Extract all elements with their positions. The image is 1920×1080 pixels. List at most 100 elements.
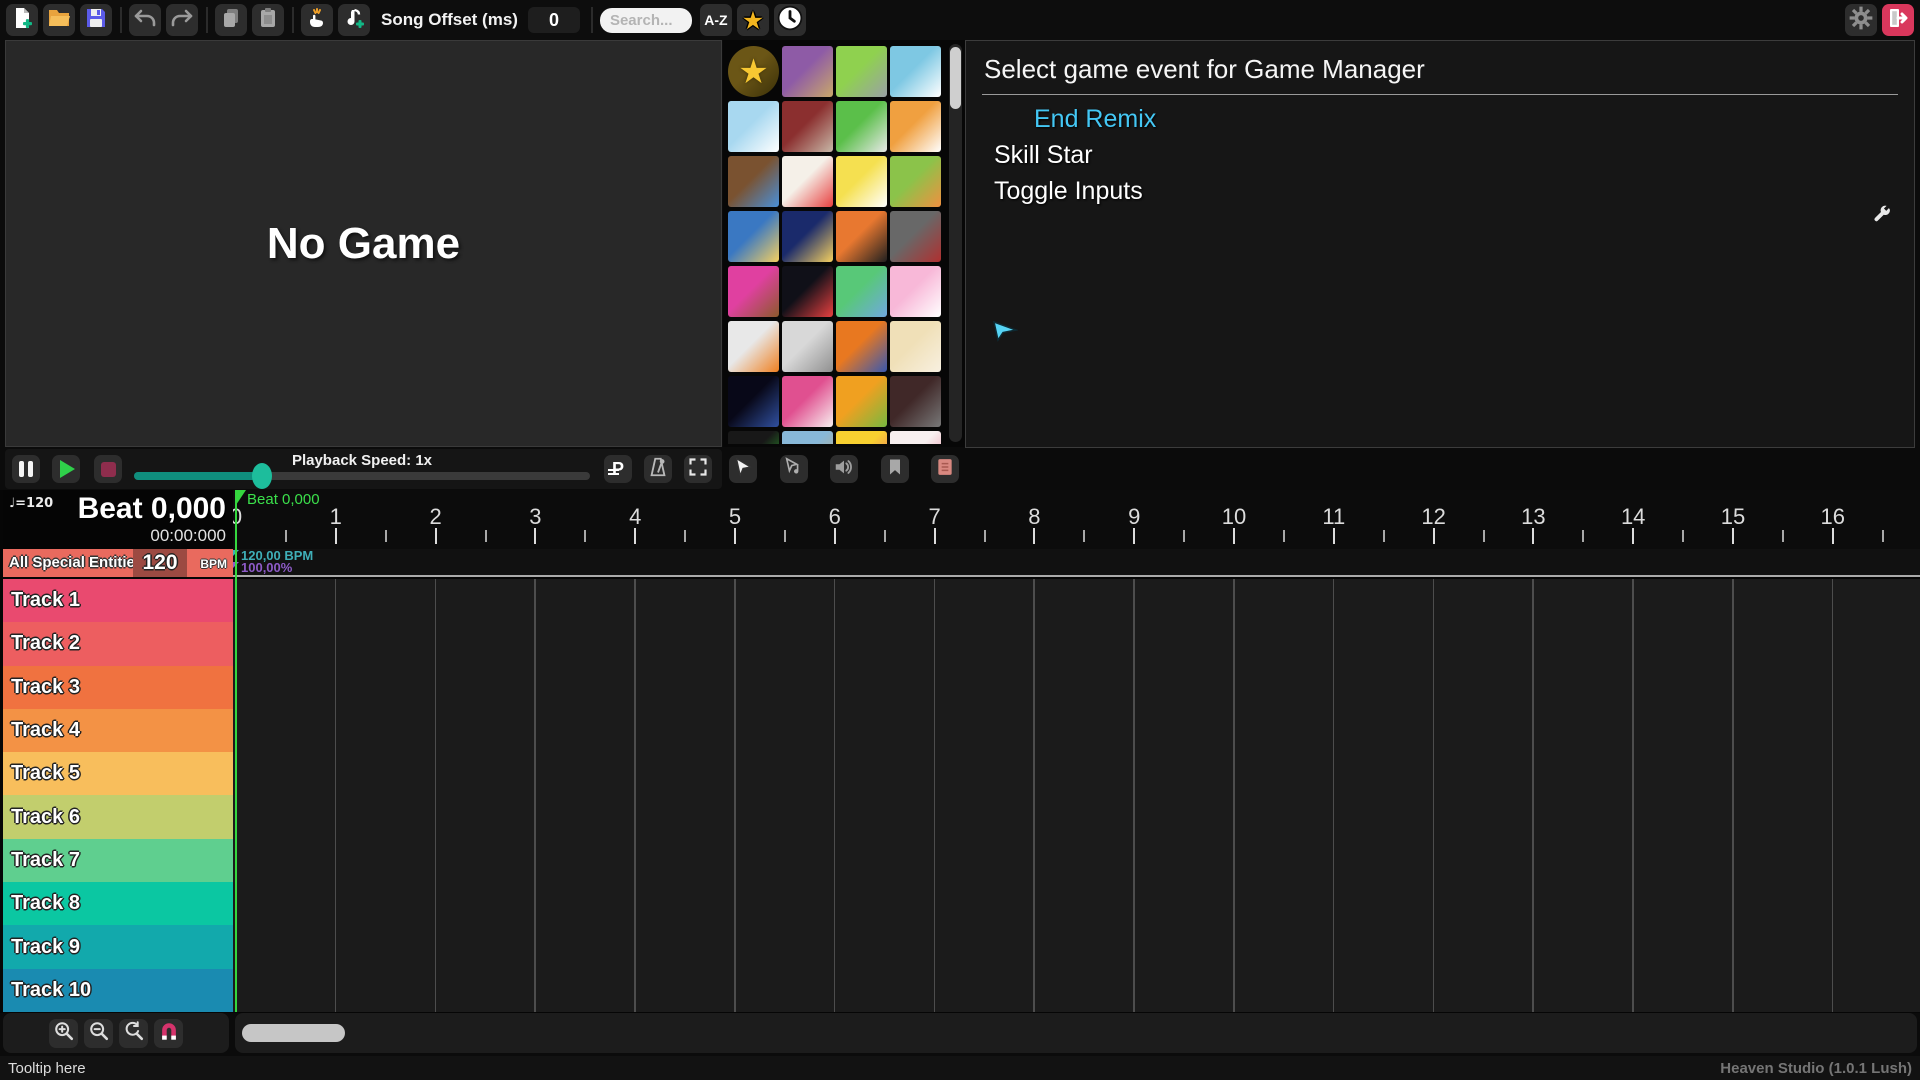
pitch-toggle-button[interactable]: P [604,455,632,483]
undo-button[interactable] [129,4,161,36]
song-offset-value[interactable]: 0 [527,7,580,33]
track-row-track-1[interactable]: Track 1 [3,579,233,623]
event-item-skill-star[interactable]: Skill Star [966,141,1914,170]
zoom-reset-button[interactable] [119,1018,148,1048]
special-entities-label: All Special Entities [9,554,144,571]
beat-grid-line [434,579,437,1012]
game-icon-game-10[interactable] [782,156,833,207]
track-row-track-4[interactable]: Track 4 [3,708,233,753]
open-folder-icon [47,6,71,35]
redo-button[interactable] [166,4,198,36]
volume-button[interactable] [830,455,858,483]
play-button[interactable] [52,455,80,483]
track-row-track-5[interactable]: Track 5 [3,752,233,796]
select-tool-button[interactable] [729,455,757,483]
game-icon-game-25[interactable] [728,376,779,427]
game-icon-game-29[interactable] [728,431,779,444]
settings-button[interactable] [1845,4,1877,36]
game-icon-game-11[interactable] [836,156,887,207]
fullscreen-button[interactable] [684,455,712,483]
pause-button[interactable] [12,455,40,483]
game-grid-scrollbar[interactable] [949,44,962,442]
playback-speed-slider-knob[interactable] [252,463,272,489]
beat-grid-line [534,579,536,1012]
playhead-line[interactable] [235,490,237,1012]
game-icon-game-6[interactable] [782,101,833,152]
beat-tick [434,528,437,544]
game-icon-game-22[interactable] [782,321,833,372]
music-select-tool-button[interactable] [779,455,808,483]
game-icon-game-20[interactable] [890,266,941,317]
bpm-value[interactable]: 120 [133,549,187,577]
game-icon-game-31[interactable] [836,431,887,444]
track-row-track-9[interactable]: Track 9 [3,925,233,969]
game-icon-game-28[interactable] [890,376,941,427]
tracks-grid[interactable] [233,579,1920,1012]
game-icon-game-12[interactable] [890,156,941,207]
playback-speed-slider[interactable] [134,463,590,489]
game-icon-game-7[interactable] [836,101,887,152]
track-row-track-6[interactable]: Track 6 [3,795,233,839]
open-file-button[interactable] [43,4,75,36]
paste-button[interactable] [252,4,284,36]
game-icon-game-15[interactable] [836,211,887,262]
save-button[interactable] [80,4,112,36]
sort-az-button[interactable]: A-Z [699,4,732,36]
game-icon-game-17[interactable] [728,266,779,317]
game-icon-game-21[interactable] [728,321,779,372]
special-entities-row[interactable]: All Special Entities 120 BPM [3,549,233,577]
stop-button[interactable] [94,455,122,483]
game-icon-game-23[interactable] [836,321,887,372]
new-file-button[interactable] [6,4,38,36]
game-icon-game-24[interactable] [890,321,941,372]
track-row-track-8[interactable]: Track 8 [3,882,233,926]
event-item-toggle-inputs[interactable]: Toggle Inputs [966,177,1914,206]
timeline-scroll-thumb[interactable] [242,1024,345,1042]
snap-magnet-button[interactable] [154,1018,183,1048]
recent-button[interactable] [773,4,806,36]
tap-tempo-button[interactable] [301,4,333,36]
track-row-track-3[interactable]: Track 3 [3,665,233,709]
game-icon-game-18[interactable] [782,266,833,317]
beat-grid-line [1532,579,1534,1012]
remix-notes-button[interactable] [931,455,959,483]
tempo-note-label: ♩=120 [9,496,54,511]
version-label: Heaven Studio (1.0.1 Lush) [1720,1059,1912,1077]
game-icon-game-16[interactable] [890,211,941,262]
playhead-flag-icon[interactable] [236,490,246,505]
copy-button[interactable] [215,4,247,36]
fullscreen-icon [688,457,708,482]
timeline-ruler[interactable]: Beat 0,000 0 1 2 3 4 5 6 7 8 9 10 11 12 13 14 15 16 [233,490,1920,549]
track-row-track-7[interactable]: Track 7 [3,838,233,883]
zoom-in-button[interactable] [49,1018,78,1048]
game-icon-game-14[interactable] [782,211,833,262]
exit-button[interactable] [1882,4,1914,36]
game-icon-game-9[interactable] [728,156,779,207]
game-icon-game-4[interactable] [890,46,941,97]
wrench-icon[interactable] [1872,205,1892,230]
pitch-icon: P [607,459,624,480]
favorites-button[interactable]: ★ [736,4,769,36]
track-row-track-10[interactable]: Track 10 [3,968,233,1012]
game-icon-game-13[interactable] [728,211,779,262]
track-row-track-2[interactable]: Track 2 [3,622,233,666]
event-item-end-remix[interactable]: End Remix [966,105,1914,134]
game-icon-game-19[interactable] [836,266,887,317]
game-icon-game-26[interactable] [782,376,833,427]
game-icon-game-32[interactable] [890,431,941,444]
game-grid-scroll-thumb[interactable] [950,47,961,109]
game-icon-game-3[interactable] [836,46,887,97]
timeline-scrollbar[interactable] [235,1013,1917,1053]
game-icon-game-5[interactable] [728,101,779,152]
metronome-button[interactable] [644,455,672,483]
add-music-button[interactable] [338,4,370,36]
game-icon-game-manager[interactable]: ★ [728,46,779,97]
game-icon-game-8[interactable] [890,101,941,152]
game-icon-game-27[interactable] [836,376,887,427]
game-icon-game-2[interactable] [782,46,833,97]
search-input[interactable] [599,7,692,33]
game-icon-game-30[interactable] [782,431,833,444]
tempo-volume-row[interactable]: 120,00 BPM 100,00% [233,549,1920,577]
zoom-out-button[interactable] [84,1018,113,1048]
bookmark-button[interactable] [880,455,909,483]
